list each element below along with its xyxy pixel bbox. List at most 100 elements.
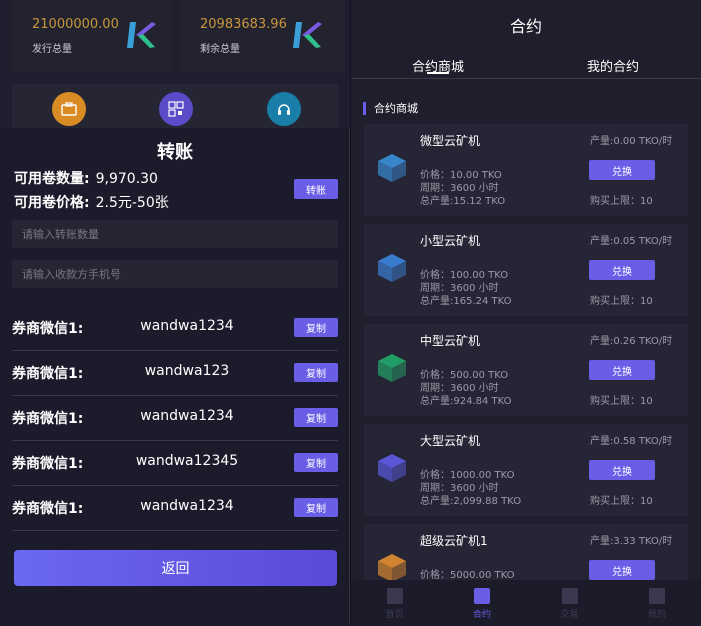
miner-card: 中型云矿机 价格：500.00 TKO 周期：3600 小时 总产量:924.84 T… — [364, 324, 688, 416]
miner-total-output: 总产量:15.12 TKO — [420, 196, 506, 207]
tab-divider — [351, 78, 701, 79]
exchange-button[interactable]: 兑换 — [589, 160, 655, 180]
page-title: 合约 — [509, 17, 542, 36]
copy-button[interactable]: 复制 — [294, 453, 338, 472]
miner-name: 小型云矿机 — [420, 234, 481, 248]
purchase-limit: 购买上限：10 — [590, 296, 653, 307]
nav-item[interactable]: 我的 — [614, 584, 701, 620]
miner-name: 超级云矿机1 — [420, 534, 488, 548]
miner-icon — [378, 454, 406, 482]
qrcode-icon[interactable] — [159, 92, 193, 126]
miner-total-output: 总产量:924.84 TKO — [420, 396, 512, 407]
wechat-value: wandwa1234 — [140, 498, 234, 514]
miner-card: 微型云矿机 价格：10.00 TKO 周期：3600 小时 总产量:15.12 TKO… — [364, 124, 688, 216]
miner-icon — [378, 254, 406, 282]
wechat-label: 券商微信1: — [12, 501, 84, 517]
miner-list: 微型云矿机 价格：10.00 TKO 周期：3600 小时 总产量:15.12 TKO… — [364, 124, 688, 624]
transfer-amount-input[interactable] — [12, 220, 338, 248]
dialog-title: 转账 — [157, 142, 193, 163]
shortcut-icons — [12, 84, 338, 130]
nav-label: 我的 — [647, 610, 666, 620]
wallet-icon[interactable] — [52, 92, 86, 126]
headset-icon[interactable] — [267, 92, 301, 126]
wechat-value: wandwa123 — [144, 363, 230, 379]
miner-icon — [378, 154, 406, 182]
miner-card: 小型云矿机 价格：100.00 TKO 周期：3600 小时 总产量:165.24 T… — [364, 224, 688, 316]
right-panel: 合约 合约商城 我的合约 合约商城 微型云矿机 价格：10.00 TKO 周期：36… — [351, 0, 701, 626]
miner-price: 价格：5000.00 TKO — [420, 570, 515, 581]
nav-item[interactable]: 交易 — [526, 584, 613, 620]
purchase-limit: 购买上限：10 — [590, 396, 653, 407]
available-value: 9,970.30 — [95, 171, 158, 187]
miner-production-rate: 产量:3.33 TKO/时 — [590, 536, 673, 547]
back-button[interactable]: 返回 — [14, 550, 337, 586]
bottom-nav: 首页 合约 交易 我的 — [351, 580, 701, 626]
stat-issued-value: 21000000.00 — [32, 17, 119, 32]
section-title: 合约商城 — [374, 102, 418, 115]
exchange-button[interactable]: 兑换 — [589, 560, 655, 580]
copy-button[interactable]: 复制 — [294, 408, 338, 427]
copy-button[interactable]: 复制 — [294, 363, 338, 382]
miner-production-rate: 产量:0.26 TKO/时 — [590, 336, 673, 347]
list-item: 券商微信1: wandwa123 复制 — [12, 351, 338, 396]
purchase-limit: 购买上限：10 — [590, 196, 653, 207]
price-value: 2.5元-50张 — [95, 195, 169, 211]
miner-total-output: 总产量:2,099.88 TKO — [420, 496, 522, 507]
k-logo-icon — [293, 22, 322, 48]
list-item: 券商微信1: wandwa1234 复制 — [12, 306, 338, 351]
nav-label: 交易 — [560, 610, 579, 620]
home-icon — [386, 588, 403, 604]
price-label: 可用卷价格: — [14, 195, 90, 211]
nav-item[interactable]: 合约 — [439, 584, 526, 620]
user-icon — [649, 588, 665, 604]
contract-icon — [474, 588, 490, 604]
miner-name: 微型云矿机 — [420, 134, 481, 148]
list-item: 券商微信1: wandwa1234 复制 — [12, 396, 338, 441]
section-marker — [363, 101, 366, 115]
miner-icon — [378, 354, 406, 382]
available-amount: 可用卷数量: 9,970.30 — [14, 168, 158, 188]
purchase-limit: 购买上限：10 — [590, 496, 653, 507]
left-panel: 21000000.00 发行总量 20983683.96 剩余总量 转账 可用卷… — [0, 0, 350, 626]
miner-production-rate: 产量:0.58 TKO/时 — [590, 436, 673, 447]
wechat-label: 券商微信1: — [12, 366, 84, 382]
wechat-label: 券商微信1: — [12, 321, 84, 337]
stat-remaining: 20983683.96 剩余总量 — [180, 0, 345, 72]
stat-issued: 21000000.00 发行总量 — [12, 0, 172, 72]
stat-remaining-value: 20983683.96 — [200, 17, 287, 32]
coupon-price: 可用卷价格: 2.5元-50张 — [14, 192, 169, 212]
stat-issued-label: 发行总量 — [32, 44, 72, 55]
nav-label: 首页 — [385, 610, 404, 620]
miner-production-rate: 产量:0.05 TKO/时 — [590, 236, 673, 247]
list-item: 券商微信1: wandwa12345 复制 — [12, 441, 338, 486]
wechat-value: wandwa1234 — [140, 408, 234, 424]
trade-icon — [561, 588, 578, 604]
k-logo-icon — [127, 22, 156, 48]
miner-name: 中型云矿机 — [420, 334, 481, 348]
tab-my-contracts[interactable]: 我的合约 — [587, 56, 639, 75]
stats-row: 21000000.00 发行总量 20983683.96 剩余总量 — [0, 0, 350, 75]
miner-total-output: 总产量:165.24 TKO — [420, 296, 512, 307]
exchange-button[interactable]: 兑换 — [589, 260, 655, 280]
miner-production-rate: 产量:0.00 TKO/时 — [590, 136, 673, 147]
wechat-label: 券商微信1: — [12, 456, 84, 472]
transfer-dialog: 转账 可用卷数量: 9,970.30 可用卷价格: 2.5元-50张 转账 券商微信… — [0, 128, 350, 626]
app-root: 21000000.00 发行总量 20983683.96 剩余总量 转账 可用卷… — [0, 0, 701, 626]
exchange-button[interactable]: 兑换 — [589, 360, 655, 380]
nav-label: 合约 — [472, 610, 491, 620]
active-tab-indicator — [427, 72, 449, 74]
miner-card: 大型云矿机 价格：1000.00 TKO 周期：3600 小时 总产量:2,099.8… — [364, 424, 688, 516]
copy-button[interactable]: 复制 — [294, 318, 338, 337]
wechat-label: 券商微信1: — [12, 411, 84, 427]
transfer-button[interactable]: 转账 — [294, 179, 338, 199]
wechat-value: wandwa12345 — [135, 453, 239, 469]
exchange-button[interactable]: 兑换 — [589, 460, 655, 480]
wechat-value: wandwa1234 — [140, 318, 234, 334]
broker-wechat-list: 券商微信1: wandwa1234 复制 券商微信1: wandwa123 复制… — [0, 306, 350, 531]
available-label: 可用卷数量: — [14, 171, 90, 187]
miner-name: 大型云矿机 — [420, 434, 481, 448]
list-item: 券商微信1: wandwa1234 复制 — [12, 486, 338, 531]
nav-item[interactable]: 首页 — [351, 584, 438, 620]
copy-button[interactable]: 复制 — [294, 498, 338, 517]
recipient-phone-input[interactable] — [12, 260, 338, 288]
